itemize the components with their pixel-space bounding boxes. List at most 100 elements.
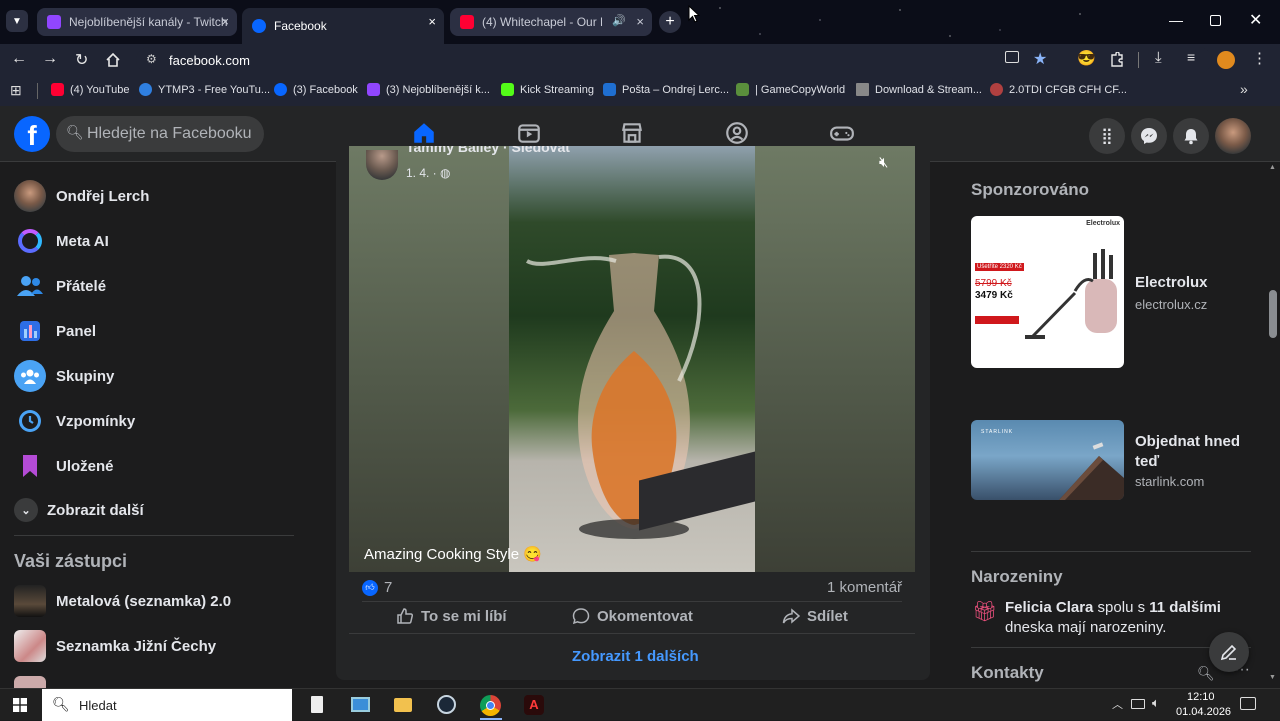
more-bookmarks-icon[interactable]: »	[1240, 81, 1248, 97]
sidebar-item-panel[interactable]: Panel	[14, 315, 96, 347]
twitch-icon	[367, 83, 380, 96]
close-tab-icon[interactable]: ×	[636, 14, 644, 29]
bookmark-star-icon[interactable]: ★	[1033, 49, 1047, 69]
bookmark-tdi[interactable]: 2.0TDI CFGB CFH CF...	[990, 83, 1127, 96]
extension-icon[interactable]: 😎	[1077, 49, 1096, 67]
comment-button[interactable]: Okomentovat	[572, 607, 693, 625]
sidebar-item-profile[interactable]: Ondřej Lerch	[14, 180, 149, 212]
restore-icon[interactable]	[1210, 15, 1221, 26]
mute-icon[interactable]: 🔇︎	[879, 154, 888, 171]
media-control-icon[interactable]: ≡	[1187, 49, 1195, 65]
account-avatar[interactable]	[1215, 118, 1251, 154]
tab-facebook[interactable]: Facebook ×	[242, 8, 444, 44]
sidebar-item-memories[interactable]: Vzpomínky	[14, 405, 135, 437]
new-message-button[interactable]	[1209, 632, 1249, 672]
scroll-down-arrow[interactable]: ▼	[1269, 674, 1276, 681]
sidebar-item-groups[interactable]: Skupiny	[14, 360, 114, 392]
file-explorer-icon[interactable]	[394, 698, 412, 712]
home-icon[interactable]	[411, 120, 437, 146]
bookmark-label: Download & Stream...	[875, 83, 982, 96]
page-scrollbar[interactable]: ▲ ▼	[1266, 162, 1280, 688]
photos-app-icon[interactable]	[351, 697, 370, 712]
share-button[interactable]: Sdílet	[782, 607, 848, 625]
adobe-app-icon[interactable]: A	[524, 695, 544, 715]
bookmark-twitch[interactable]: (3) Nejoblíbenější k...	[367, 83, 490, 96]
extensions-puzzle-icon[interactable]	[1109, 52, 1125, 68]
post-author-name[interactable]: Tammy Bailey · Sledovat	[406, 146, 570, 158]
search-box[interactable]: 🔍︎ Hledejte na Facebooku	[56, 116, 264, 152]
site-info-icon[interactable]: ⚙	[146, 52, 157, 66]
like-button[interactable]: To se mi líbí	[396, 607, 507, 625]
windows-start-icon[interactable]	[13, 698, 27, 712]
facebook-logo[interactable]: f	[14, 116, 50, 152]
url-text[interactable]: facebook.com	[169, 53, 250, 68]
tab-twitch[interactable]: Nejoblíbenější kanály - Twitch ×	[37, 8, 237, 36]
bookmark-ytmp3[interactable]: YTMP3 - Free YouTu...	[139, 83, 270, 96]
file-icon[interactable]	[311, 696, 323, 713]
gaming-icon[interactable]	[829, 120, 855, 146]
sidebar-item-saved[interactable]: Uložené	[14, 450, 114, 482]
bookmark-download-stream[interactable]: Download & Stream...	[856, 83, 982, 96]
bookmark-posta[interactable]: Pošta – Ondrej Lerc...	[603, 83, 729, 96]
taskbar-search[interactable]: 🔍︎ Hledat	[42, 689, 292, 721]
close-tab-icon[interactable]: ×	[221, 14, 229, 29]
video-icon[interactable]	[516, 120, 542, 146]
scroll-up-arrow[interactable]: ▲	[1269, 164, 1276, 171]
twitch-icon	[47, 15, 61, 29]
bookmark-gamecopyworld[interactable]: | GameCopyWorld	[736, 83, 845, 96]
bookmark-youtube[interactable]: (4) YouTube	[51, 83, 130, 96]
url-field[interactable]: ⚙ facebook.com	[136, 47, 1212, 73]
clock-date[interactable]: 01.04.2026	[1176, 706, 1231, 718]
network-icon[interactable]	[1131, 699, 1145, 709]
home-icon[interactable]	[105, 52, 121, 68]
scrollbar-thumb[interactable]	[1269, 290, 1277, 338]
comments-count[interactable]: 1 komentář	[827, 579, 902, 596]
clock-time[interactable]: 12:10	[1187, 691, 1215, 703]
bookmark-facebook[interactable]: (3) Facebook	[274, 83, 358, 96]
minimize-icon[interactable]: —	[1168, 12, 1184, 28]
apps-grid-icon[interactable]: ⊞	[10, 82, 22, 99]
back-icon[interactable]: ←	[11, 50, 27, 68]
notifications-button[interactable]	[1173, 118, 1209, 154]
show-more-button[interactable]: ⌄ Zobrazit další	[14, 498, 144, 522]
post-video[interactable]: 🔇︎	[349, 146, 915, 572]
tray-overflow-icon[interactable]: ︿	[1112, 696, 1123, 712]
close-window-icon[interactable]: ✕	[1249, 10, 1262, 30]
show-more-comments-link[interactable]: Zobrazit 1 dalších	[572, 648, 699, 665]
bookmark-kick[interactable]: Kick Streaming	[501, 83, 594, 96]
groups-icon[interactable]	[724, 120, 750, 146]
install-app-icon[interactable]	[1005, 51, 1019, 63]
search-icon: 🔍︎	[52, 696, 70, 712]
forward-icon[interactable]: →	[42, 50, 58, 68]
tab-youtube[interactable]: (4) Whitechapel - Our Endl 🔊 ×	[450, 8, 652, 36]
ad-electrolux[interactable]: Electrolux Ušetříte 2320 Kč 5799 Kč 3479…	[971, 216, 1261, 369]
close-tab-icon[interactable]: ×	[428, 14, 436, 29]
reload-icon[interactable]: ↻	[75, 50, 88, 70]
bookmark-label: YTMP3 - Free YouTu...	[158, 83, 271, 96]
menu-grid-button[interactable]: ⣿	[1089, 118, 1125, 154]
download-icon[interactable]: ⤓	[1155, 49, 1162, 66]
steam-icon[interactable]	[437, 695, 456, 714]
messenger-button[interactable]	[1131, 118, 1167, 154]
tab-search-button[interactable]: ▼	[6, 10, 28, 32]
audio-playing-icon[interactable]: 🔊	[612, 14, 626, 27]
volume-icon[interactable]: 🔈︎	[1152, 695, 1160, 711]
reaction-summary[interactable]: 👍︎ 7	[362, 579, 392, 596]
shortcut-item[interactable]: Seznamka Jižní Čechy	[14, 630, 216, 662]
sidebar-item-friends[interactable]: Přátelé	[14, 270, 106, 302]
ad-starlink[interactable]: STARLINK Objednat hned teď starlink.com	[971, 420, 1261, 510]
chrome-menu-icon[interactable]: ⋮	[1252, 49, 1267, 67]
search-contacts-icon[interactable]: 🔍︎	[1197, 665, 1215, 682]
ad-image-starlink: STARLINK	[971, 420, 1124, 500]
sidebar-item-label: Přátelé	[56, 277, 107, 295]
chrome-icon[interactable]	[480, 695, 501, 716]
profile-avatar-icon[interactable]	[1217, 51, 1235, 69]
notification-center-icon[interactable]	[1240, 697, 1256, 710]
birthdays-text[interactable]: Felicia Clara spolu s 11 dalšími dneska …	[1005, 598, 1235, 638]
marketplace-icon[interactable]	[619, 120, 645, 146]
new-tab-button[interactable]: +	[659, 11, 681, 33]
bookmark-label: Pošta – Ondrej Lerc...	[622, 83, 729, 96]
vacuum-cleaner-image	[1025, 249, 1117, 339]
sidebar-item-meta-ai[interactable]: Meta AI	[14, 225, 109, 257]
shortcut-item[interactable]: Metalová (seznamka) 2.0	[14, 585, 231, 617]
